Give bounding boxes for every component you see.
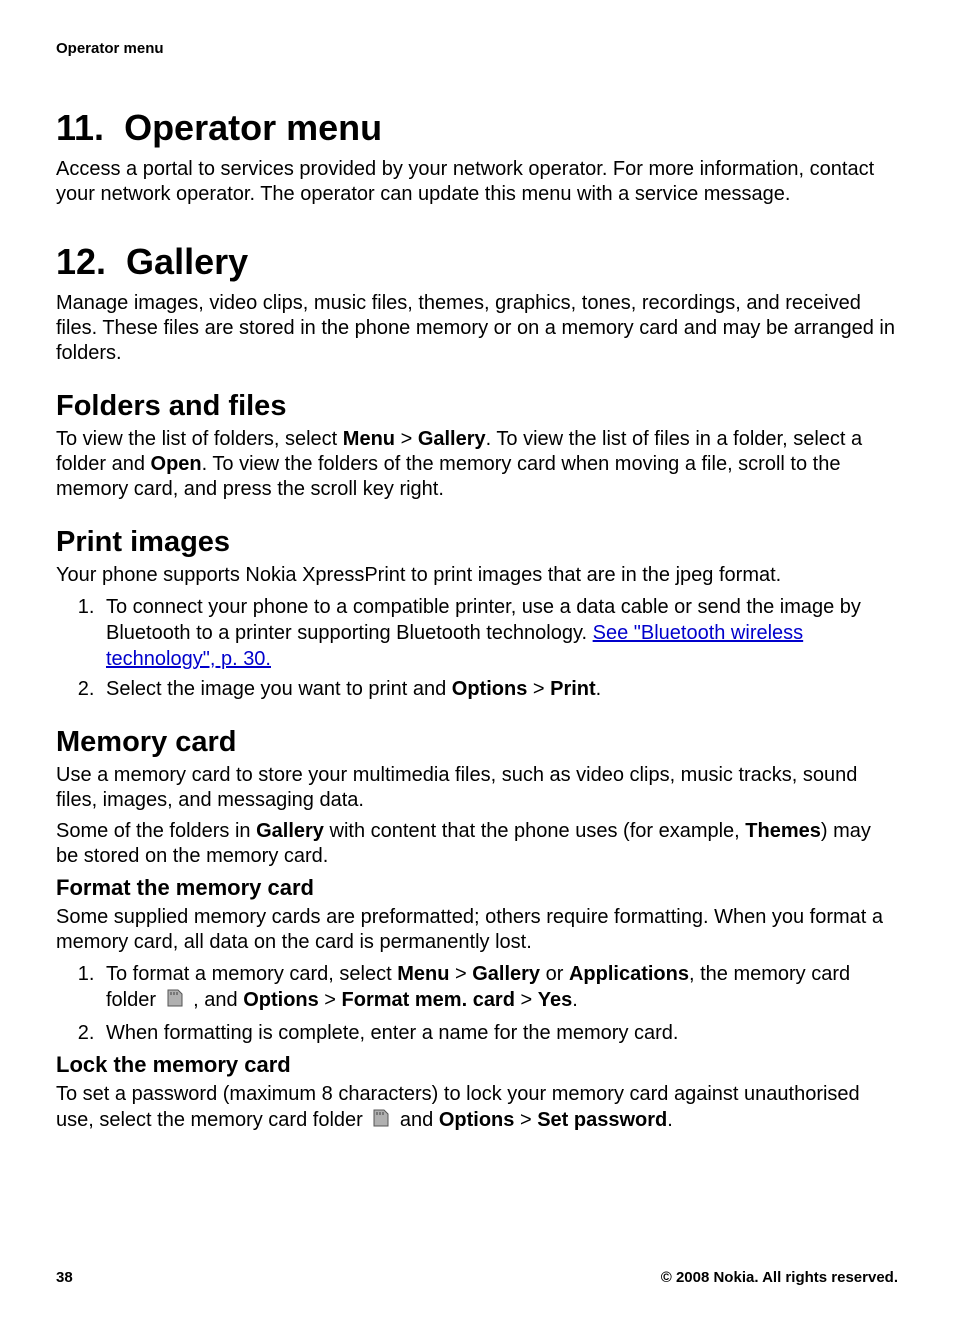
format-heading: Format the memory card [56, 875, 898, 901]
print-body: Your phone supports Nokia XpressPrint to… [56, 563, 898, 588]
memory-card-icon [370, 1107, 392, 1136]
memory-card-icon [164, 987, 186, 1016]
ui-label-options: Options [452, 678, 528, 700]
footer: 38 © 2008 Nokia. All rights reserved. [56, 1269, 898, 1286]
memcard-body-1: Use a memory card to store your multimed… [56, 763, 898, 813]
section-11-heading: 11. Operator menu [56, 107, 898, 149]
lock-heading: Lock the memory card [56, 1052, 898, 1078]
page: Operator menu 11. Operator menu Access a … [0, 0, 954, 1322]
ui-label-set-password: Set password [537, 1109, 667, 1131]
ui-label-applications: Applications [569, 963, 689, 985]
ui-label-open: Open [151, 453, 202, 475]
memcard-heading: Memory card [56, 726, 898, 759]
section-number: 11. [56, 107, 104, 149]
print-steps: To connect your phone to a compatible pr… [56, 594, 898, 702]
ui-label-yes: Yes [538, 989, 572, 1011]
format-step-1: To format a memory card, select Menu > G… [100, 961, 898, 1016]
section-title: Operator menu [124, 107, 382, 148]
section-title: Gallery [126, 241, 248, 282]
ui-label-menu: Menu [397, 963, 449, 985]
section-12-heading: 12. Gallery [56, 241, 898, 283]
ui-label-options: Options [439, 1109, 515, 1131]
format-step-2: When formatting is complete, enter a nam… [100, 1020, 898, 1046]
ui-label-print: Print [550, 678, 596, 700]
print-step-1: To connect your phone to a compatible pr… [100, 594, 898, 672]
section-12-body: Manage images, video clips, music files,… [56, 291, 898, 366]
print-step-2: Select the image you want to print and O… [100, 676, 898, 702]
print-heading: Print images [56, 526, 898, 559]
folders-heading: Folders and files [56, 390, 898, 423]
running-header: Operator menu [56, 40, 898, 57]
ui-label-gallery: Gallery [472, 963, 540, 985]
format-steps: To format a memory card, select Menu > G… [56, 961, 898, 1046]
ui-label-menu: Menu [343, 428, 395, 450]
section-number: 12. [56, 241, 106, 283]
section-11-body: Access a portal to services provided by … [56, 157, 898, 207]
lock-body: To set a password (maximum 8 characters)… [56, 1082, 898, 1136]
folders-body: To view the list of folders, select Menu… [56, 427, 898, 502]
ui-label-options: Options [243, 989, 319, 1011]
page-number: 38 [56, 1269, 73, 1286]
ui-label-themes: Themes [745, 820, 821, 842]
copyright: © 2008 Nokia. All rights reserved. [661, 1269, 898, 1286]
ui-label-format-mem-card: Format mem. card [342, 989, 515, 1011]
ui-label-gallery: Gallery [418, 428, 486, 450]
format-body: Some supplied memory cards are preformat… [56, 905, 898, 955]
ui-label-gallery: Gallery [256, 820, 324, 842]
memcard-body-2: Some of the folders in Gallery with cont… [56, 819, 898, 869]
